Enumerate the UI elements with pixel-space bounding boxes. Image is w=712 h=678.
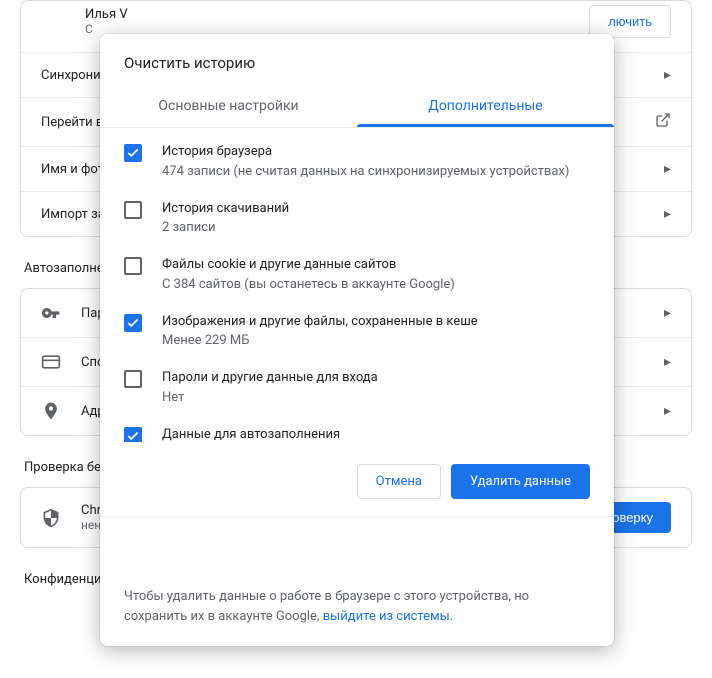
item-sub: С 384 сайтов (вы останетесь в аккаунте G…	[162, 277, 455, 292]
item-browsing-history: История браузера 474 записи (не считая д…	[124, 132, 610, 189]
item-sub: Нет	[162, 390, 378, 405]
item-autofill: Данные для автозаполнения 12 вариантов (…	[124, 415, 610, 443]
item-sub: 2 записи	[162, 220, 289, 235]
checkbox-cookies[interactable]	[124, 257, 142, 275]
dialog-title: Очистить историю	[100, 34, 614, 86]
dialog-footer-note: Чтобы удалить данные о работе в браузере…	[100, 516, 614, 646]
item-title: История браузера	[162, 142, 569, 162]
item-cached-images: Изображения и другие файлы, сохраненные …	[124, 302, 610, 359]
sign-out-link[interactable]: выйдите из системы	[323, 609, 450, 624]
item-title: Файлы cookie и другие данные сайтов	[162, 255, 455, 275]
checkbox-cached-images[interactable]	[124, 314, 142, 332]
item-cookies: Файлы cookie и другие данные сайтов С 38…	[124, 245, 610, 302]
item-title: Данные для автозаполнения	[162, 425, 423, 443]
tab-advanced[interactable]: Дополнительные	[357, 86, 614, 127]
item-sub: Менее 229 МБ	[162, 333, 478, 348]
dialog-tabs: Основные настройки Дополнительные	[100, 86, 614, 128]
tab-basic[interactable]: Основные настройки	[100, 86, 357, 127]
item-title: Изображения и другие файлы, сохраненные …	[162, 312, 478, 332]
data-types-list[interactable]: История браузера 474 записи (не считая д…	[100, 128, 614, 442]
item-download-history: История скачиваний 2 записи	[124, 189, 610, 246]
item-passwords: Пароли и другие данные для входа Нет	[124, 358, 610, 415]
item-title: Пароли и другие данные для входа	[162, 368, 378, 388]
footer-dot: .	[450, 609, 453, 624]
dialog-actions: Отмена Удалить данные	[100, 442, 614, 517]
delete-data-button[interactable]: Удалить данные	[451, 464, 590, 499]
item-title: История скачиваний	[162, 199, 289, 219]
cancel-button[interactable]: Отмена	[357, 464, 441, 499]
checkbox-download-history[interactable]	[124, 201, 142, 219]
clear-history-dialog: Очистить историю Основные настройки Допо…	[100, 34, 614, 646]
checkbox-browsing-history[interactable]	[124, 144, 142, 162]
item-sub: 474 записи (не считая данных на синхрони…	[162, 164, 569, 179]
checkbox-autofill[interactable]	[124, 427, 142, 443]
checkbox-passwords[interactable]	[124, 370, 142, 388]
